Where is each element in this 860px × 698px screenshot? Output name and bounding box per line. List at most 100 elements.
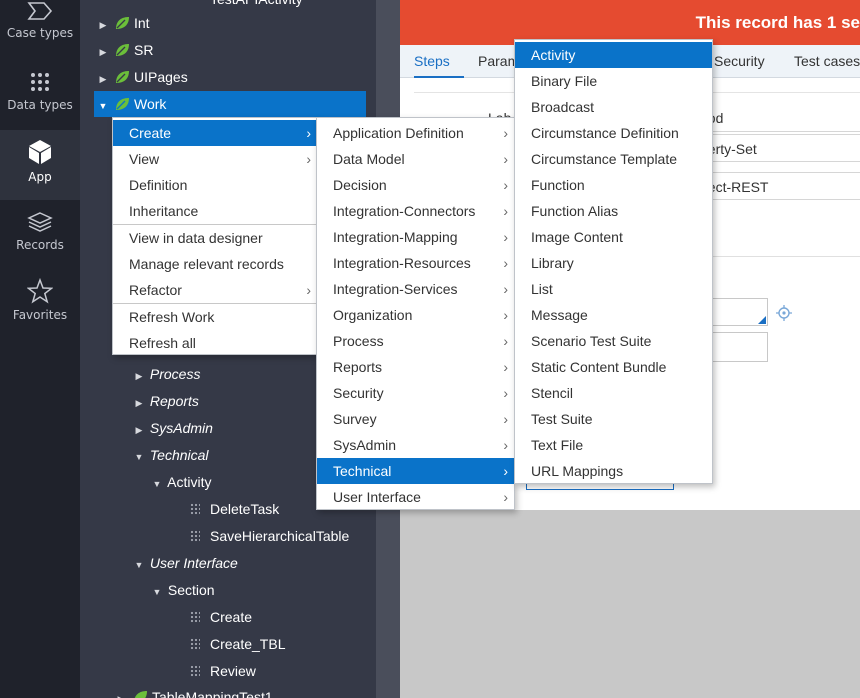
nav-case-types[interactable]: Case types	[0, 0, 80, 60]
tree-item-uipages[interactable]: ▶ UIPages	[96, 64, 188, 90]
menu-item-broadcast[interactable]: Broadcast	[515, 94, 712, 120]
menu-item-text-file[interactable]: Text File	[515, 432, 712, 458]
method-column-header: hod	[700, 104, 860, 132]
menu-item-activity[interactable]: Activity	[515, 42, 712, 68]
tree-item-label: Process	[149, 366, 201, 382]
menu-item-label: Inheritance	[129, 203, 199, 219]
chevron-right-icon: ›	[306, 151, 311, 167]
menu-item-function[interactable]: Function	[515, 172, 712, 198]
menu-item-refresh-work[interactable]: Refresh Work	[113, 304, 317, 330]
tree-item-work[interactable]: ▼ Work	[94, 91, 366, 117]
tree-item-process[interactable]: ▶ Process	[132, 361, 201, 389]
menu-item-process[interactable]: Process ›	[317, 328, 514, 354]
expand-arrow-icon[interactable]: ▶	[96, 39, 110, 65]
tab-test-cases[interactable]: Test cases	[794, 45, 860, 78]
menu-item-reports[interactable]: Reports ›	[317, 354, 514, 380]
tree-item-int[interactable]: ▶ Int	[96, 10, 150, 36]
menu-item-label: Refresh all	[129, 335, 196, 351]
expand-arrow-icon[interactable]: ▶	[114, 686, 128, 698]
menu-item-security[interactable]: Security ›	[317, 380, 514, 406]
menu-item-definition[interactable]: Definition	[113, 172, 317, 198]
collapse-arrow-icon[interactable]: ▼	[132, 444, 146, 470]
menu-item-test-suite[interactable]: Test Suite	[515, 406, 712, 432]
tree-item-tablemappingtest1[interactable]: ▶ TableMappingTest1	[114, 684, 273, 698]
menu-item-function-alias[interactable]: Function Alias	[515, 198, 712, 224]
expand-arrow-icon[interactable]: ▶	[96, 66, 110, 92]
collapse-arrow-icon[interactable]: ▼	[150, 579, 164, 605]
nav-data-types[interactable]: Data types	[0, 64, 80, 134]
tree-item-technical[interactable]: ▼ Technical	[132, 442, 209, 468]
collapse-arrow-icon[interactable]: ▼	[96, 93, 110, 119]
menu-item-view-in-data-designer[interactable]: View in data designer	[113, 225, 317, 251]
nav-favorites[interactable]: Favorites	[0, 270, 80, 340]
expand-arrow-icon[interactable]: ▶	[132, 390, 146, 416]
menu-item-decision[interactable]: Decision ›	[317, 172, 514, 198]
menu-item-user-interface[interactable]: User Interface ›	[317, 484, 514, 510]
expand-arrow-icon[interactable]: ▶	[96, 12, 110, 38]
tree-item-label: DeleteTask	[210, 501, 280, 517]
menu-item-view[interactable]: View ›	[113, 146, 317, 172]
menu-item-integration-mapping[interactable]: Integration-Mapping ›	[317, 224, 514, 250]
menu-item-list[interactable]: List	[515, 276, 712, 302]
tree-item-label: Technical	[149, 447, 209, 463]
tree-item-deletetask[interactable]: DeleteTask	[190, 496, 279, 522]
tree-item-create-tbl[interactable]: Create_TBL	[190, 631, 285, 657]
menu-item-message[interactable]: Message	[515, 302, 712, 328]
grip-icon	[190, 665, 200, 677]
tree-item-reports[interactable]: ▶ Reports	[132, 388, 199, 414]
tab-steps[interactable]: Steps	[414, 45, 464, 78]
nav-records[interactable]: Records	[0, 200, 80, 270]
tree-item-user-interface[interactable]: ▼ User Interface	[132, 550, 238, 576]
tree-item-label: UIPages	[134, 69, 188, 85]
target-icon[interactable]	[776, 305, 792, 321]
menu-item-sysadmin[interactable]: SysAdmin ›	[317, 432, 514, 458]
chevron-right-icon: ›	[503, 437, 508, 453]
menu-item-inheritance[interactable]: Inheritance	[113, 198, 317, 224]
menu-item-organization[interactable]: Organization ›	[317, 302, 514, 328]
grip-icon	[190, 503, 200, 515]
chevron-right-icon: ›	[306, 282, 311, 298]
menu-item-refactor[interactable]: Refactor ›	[113, 277, 317, 303]
nav-app[interactable]: App	[0, 130, 80, 200]
tree-item-create[interactable]: Create	[190, 604, 252, 630]
tree-item-savehierarchicaltable[interactable]: SaveHierarchicalTable	[190, 523, 349, 549]
menu-item-label: Process	[333, 333, 384, 349]
menu-item-static-content-bundle[interactable]: Static Content Bundle	[515, 354, 712, 380]
context-menu: Create › View › Definition Inheritance Vie…	[112, 117, 318, 355]
menu-item-integration-connectors[interactable]: Integration-Connectors ›	[317, 198, 514, 224]
menu-item-binary-file[interactable]: Binary File	[515, 68, 712, 94]
menu-item-manage-relevant-records[interactable]: Manage relevant records	[113, 251, 317, 277]
tree-item-section[interactable]: ▼ Section	[150, 577, 215, 603]
menu-item-label: Technical	[333, 463, 392, 479]
menu-item-application-definition[interactable]: Application Definition ›	[317, 120, 514, 146]
tab-security[interactable]: Security	[714, 45, 765, 78]
create-submenu: Application Definition › Data Model › Deci…	[316, 117, 515, 510]
menu-item-technical[interactable]: Technical ›	[317, 458, 514, 484]
collapse-arrow-icon[interactable]: ▼	[150, 471, 164, 497]
chevron-right-icon: ›	[503, 411, 508, 427]
collapse-arrow-icon[interactable]: ▼	[132, 552, 146, 578]
menu-item-url-mappings[interactable]: URL Mappings	[515, 458, 712, 484]
menu-item-create[interactable]: Create ›	[113, 120, 317, 146]
tree-item-activity[interactable]: ▼ Activity	[150, 469, 212, 497]
tree-item-label: TableMappingTest1	[152, 689, 273, 698]
menu-item-circumstance-definition[interactable]: Circumstance Definition	[515, 120, 712, 146]
menu-item-integration-services[interactable]: Integration-Services ›	[317, 276, 514, 302]
menu-item-refresh-all[interactable]: Refresh all	[113, 330, 317, 356]
tree-item-review[interactable]: Review	[190, 658, 256, 684]
menu-item-circumstance-template[interactable]: Circumstance Template	[515, 146, 712, 172]
method-cell[interactable]: nect-REST	[700, 172, 860, 200]
menu-item-library[interactable]: Library	[515, 250, 712, 276]
expand-arrow-icon[interactable]: ▶	[132, 363, 146, 389]
menu-item-image-content[interactable]: Image Content	[515, 224, 712, 250]
menu-item-data-model[interactable]: Data Model ›	[317, 146, 514, 172]
tree-item-sr[interactable]: ▶ SR	[96, 37, 154, 65]
tree-item-sysadmin[interactable]: ▶ SysAdmin	[132, 415, 213, 441]
menu-item-integration-resources[interactable]: Integration-Resources ›	[317, 250, 514, 276]
expand-arrow-icon[interactable]: ▶	[132, 417, 146, 443]
menu-item-stencil[interactable]: Stencil	[515, 380, 712, 406]
method-cell[interactable]: perty-Set	[700, 134, 860, 162]
menu-item-survey[interactable]: Survey ›	[317, 406, 514, 432]
menu-item-scenario-test-suite[interactable]: Scenario Test Suite	[515, 328, 712, 354]
tree-item-partial[interactable]: TestAPIActivity	[210, 0, 303, 12]
